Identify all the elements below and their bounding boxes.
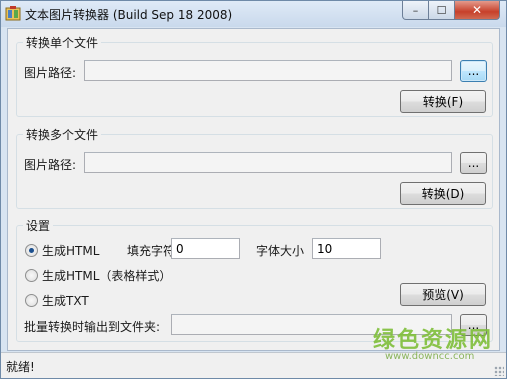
watermark-logo: 绿色资源网 — [373, 328, 494, 353]
multi-browse-label: ... — [467, 156, 480, 170]
preview-label: 预览(V) — [422, 288, 464, 302]
font-size-label: 字体大小 — [256, 244, 305, 258]
client-area: 转换单个文件 图片路径: ... 转换(F) 转换多个文件 图片路径: ... — [7, 28, 500, 351]
app-window: 文本图片转换器 (Build Sep 18 2008) – ☐ ✕ 转换单个文件… — [0, 0, 507, 379]
title-bar[interactable]: 文本图片转换器 (Build Sep 18 2008) – ☐ ✕ — [1, 1, 506, 27]
radio-html-label: 生成HTML — [42, 244, 100, 258]
single-file-group: 转换单个文件 图片路径: ... 转换(F) — [16, 34, 493, 117]
multi-path-input[interactable] — [85, 153, 451, 172]
single-convert-label: 转换(F) — [422, 95, 464, 109]
font-size-field[interactable] — [312, 238, 381, 259]
radio-html-table-option[interactable]: 生成HTML（表格样式） — [25, 267, 171, 284]
fill-char-label: 填充字符 — [127, 244, 176, 258]
close-button[interactable]: ✕ — [455, 1, 500, 20]
single-browse-button[interactable]: ... — [460, 60, 487, 82]
font-size-input[interactable] — [313, 239, 380, 258]
caption-buttons: – ☐ ✕ — [402, 1, 500, 21]
app-icon — [5, 6, 21, 21]
single-path-field[interactable] — [84, 60, 452, 81]
close-icon: ✕ — [471, 3, 483, 17]
radio-html-table-button[interactable] — [25, 269, 38, 282]
radio-txt-option[interactable]: 生成TXT — [25, 292, 89, 309]
window-title: 文本图片转换器 (Build Sep 18 2008) — [25, 8, 233, 22]
status-text: 就绪! — [6, 360, 35, 374]
radio-html-option[interactable]: 生成HTML — [25, 242, 99, 259]
radio-html-button[interactable] — [25, 244, 38, 257]
radio-html-table-label: 生成HTML（表格样式） — [42, 269, 172, 283]
multi-file-group-title: 转换多个文件 — [23, 126, 102, 143]
maximize-button[interactable]: ☐ — [429, 1, 455, 20]
radio-txt-button[interactable] — [25, 294, 38, 307]
radio-txt-label: 生成TXT — [42, 294, 89, 308]
settings-group-title: 设置 — [23, 217, 54, 234]
fill-char-field[interactable] — [171, 238, 240, 259]
multi-convert-button[interactable]: 转换(D) — [400, 182, 486, 205]
multi-path-label: 图片路径: — [24, 158, 77, 172]
single-path-input[interactable] — [85, 61, 451, 80]
multi-file-group: 转换多个文件 图片路径: ... 转换(D) — [16, 126, 493, 209]
single-convert-button[interactable]: 转换(F) — [400, 90, 486, 113]
single-file-group-title: 转换单个文件 — [23, 34, 102, 51]
single-browse-label: ... — [467, 64, 480, 78]
maximize-icon: ☐ — [436, 3, 447, 17]
multi-path-field[interactable] — [84, 152, 452, 173]
preview-button[interactable]: 预览(V) — [400, 283, 486, 306]
multi-convert-label: 转换(D) — [421, 187, 465, 201]
batch-output-label: 批量转换时输出到文件夹: — [24, 320, 161, 334]
fill-char-input[interactable] — [172, 239, 239, 258]
resize-grip-icon[interactable] — [494, 366, 504, 376]
single-path-label: 图片路径: — [24, 66, 77, 80]
minimize-button[interactable]: – — [402, 1, 429, 20]
minimize-icon: – — [412, 3, 419, 17]
multi-browse-button[interactable]: ... — [460, 152, 487, 174]
watermark-url: www.downcc.com — [385, 351, 475, 362]
